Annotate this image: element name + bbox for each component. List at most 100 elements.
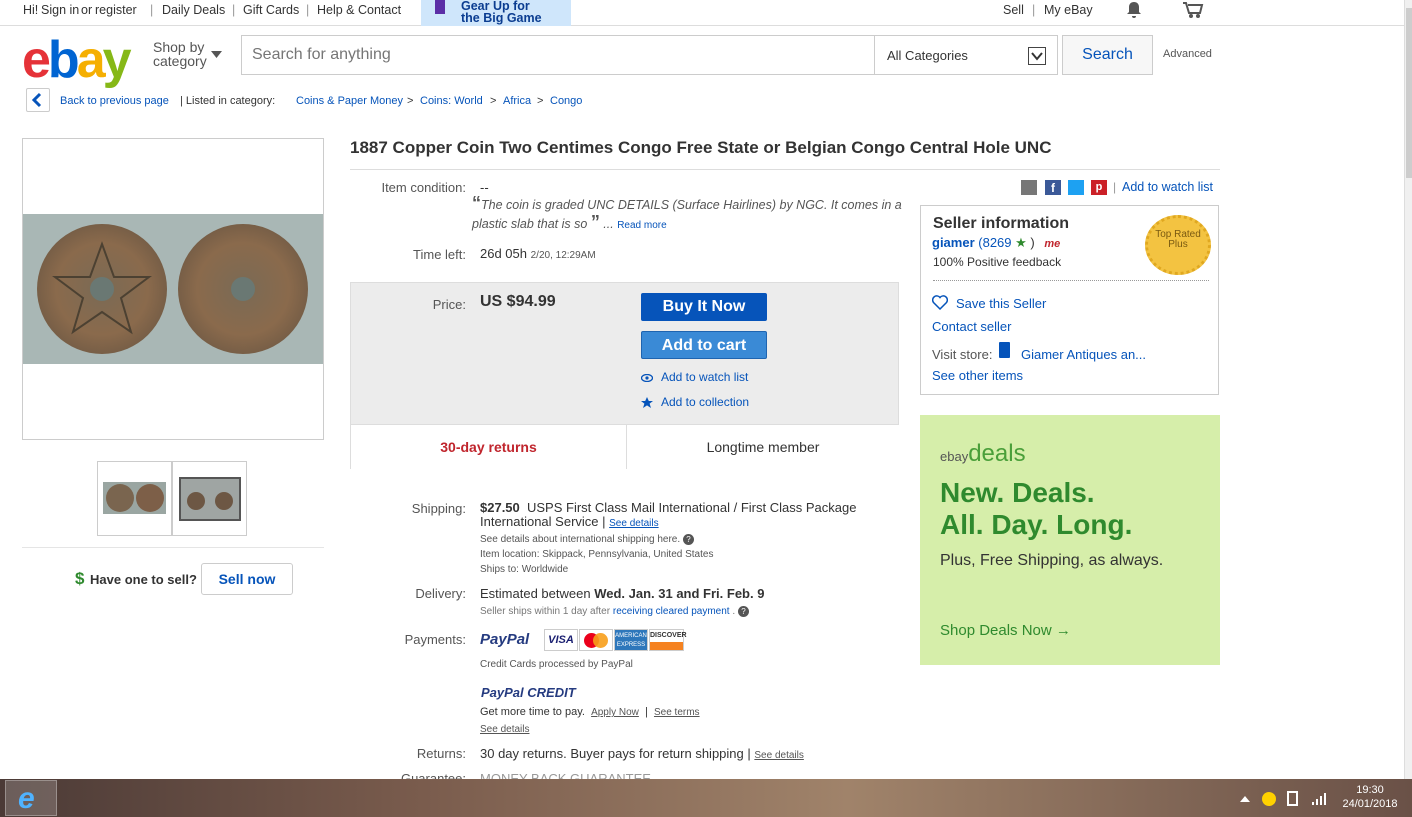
sign-in-link[interactable]: Sign in bbox=[41, 3, 79, 17]
seller-name-link[interactable]: giamer bbox=[932, 235, 975, 250]
shipping-label: Shipping: bbox=[411, 501, 466, 516]
daily-deals-link[interactable]: Daily Deals bbox=[162, 3, 225, 17]
greeting: Hi! bbox=[23, 3, 39, 17]
facebook-share-icon[interactable]: f bbox=[1045, 180, 1061, 195]
battery-icon[interactable] bbox=[1287, 791, 1298, 806]
signal-icon[interactable] bbox=[1311, 791, 1327, 806]
coin-photo bbox=[23, 214, 323, 364]
guarantee-label: Guarantee: bbox=[400, 771, 466, 779]
sell-link[interactable]: Sell bbox=[1003, 3, 1024, 17]
top-nav-bar: Hi! Sign in or register | Daily Deals | … bbox=[0, 0, 1404, 26]
heart-icon[interactable] bbox=[932, 295, 948, 310]
back-button[interactable] bbox=[26, 88, 50, 112]
apply-now-link[interactable]: Apply Now bbox=[591, 707, 639, 718]
intl-shipping-note: See details about international shipping… bbox=[480, 534, 694, 545]
cart-icon[interactable] bbox=[1182, 1, 1204, 19]
returns-label: Returns: bbox=[416, 746, 466, 761]
internet-explorer-icon: e bbox=[18, 782, 35, 815]
shipping-see-details[interactable]: See details bbox=[609, 518, 658, 529]
add-to-collection-link[interactable]: Add to collection bbox=[661, 395, 749, 409]
main-product-image[interactable] bbox=[22, 138, 324, 440]
gift-cards-link[interactable]: Gift Cards bbox=[243, 3, 299, 17]
item-title: 1887 Copper Coin Two Centimes Congo Free… bbox=[350, 138, 1052, 157]
deals-subline: Plus, Free Shipping, as always. bbox=[940, 552, 1164, 569]
norton-icon[interactable] bbox=[1262, 792, 1276, 806]
back-link[interactable]: Back to previous page bbox=[60, 95, 169, 107]
see-terms-link[interactable]: See terms bbox=[654, 707, 700, 718]
read-more-link[interactable]: Read more bbox=[617, 220, 666, 231]
windows-taskbar: e 19:30 24/01/2018 bbox=[0, 779, 1412, 817]
thumbnail-2[interactable] bbox=[172, 461, 247, 536]
returns-badge: 30-day returns bbox=[351, 424, 626, 469]
seller-ships-note: Seller ships within 1 day after receivin… bbox=[480, 606, 749, 617]
ebay-logo[interactable]: ebay bbox=[22, 30, 132, 90]
seller-name-row: giamer (8269 ★ ) me bbox=[932, 235, 1061, 250]
coin-obverse bbox=[37, 224, 167, 354]
returns-value: 30 day returns. Buyer pays for return sh… bbox=[480, 746, 804, 761]
scrollbar[interactable] bbox=[1404, 0, 1412, 779]
save-seller-link[interactable]: Save this Seller bbox=[956, 296, 1046, 311]
have-one-to-sell: Have one to sell? bbox=[90, 572, 197, 587]
promo-banner[interactable]: Gear Up for the Big Game bbox=[421, 0, 571, 26]
email-share-icon[interactable] bbox=[1021, 180, 1037, 195]
paypal-see-details[interactable]: See details bbox=[480, 724, 529, 735]
help-icon: ? bbox=[682, 534, 694, 545]
register-link[interactable]: register bbox=[95, 3, 137, 17]
search-input[interactable]: Search for anything bbox=[241, 35, 875, 75]
breadcrumb-item[interactable]: Congo bbox=[550, 95, 582, 107]
breadcrumb-item[interactable]: Africa bbox=[503, 95, 531, 107]
discover-icon: DISCOVER bbox=[649, 629, 687, 651]
paypal-credit-logo: PayPal CREDIT bbox=[481, 685, 576, 700]
search-button[interactable]: Search bbox=[1062, 35, 1153, 75]
buy-it-now-button[interactable]: Buy It Now bbox=[641, 293, 767, 321]
add-to-watch-list-top[interactable]: Add to watch list bbox=[1122, 180, 1213, 194]
category-select[interactable]: All Categories bbox=[874, 35, 1058, 75]
condition-value: -- bbox=[480, 180, 489, 195]
payments-label: Payments: bbox=[404, 632, 466, 647]
visit-store-label: Visit store: bbox=[932, 347, 993, 362]
coin-reverse bbox=[178, 224, 308, 354]
feedback-score-link[interactable]: (8269 bbox=[978, 235, 1011, 250]
clock-date: 24/01/2018 bbox=[1342, 798, 1398, 810]
chevron-up-icon[interactable] bbox=[1240, 795, 1250, 802]
clock[interactable]: 19:30 24/01/2018 bbox=[1336, 783, 1404, 811]
pinterest-share-icon[interactable]: p bbox=[1091, 180, 1107, 195]
scrollbar-thumb[interactable] bbox=[1406, 8, 1412, 178]
add-to-watch-list-link[interactable]: Add to watch list bbox=[661, 370, 748, 384]
deals-ad[interactable]: ebaydeals New. Deals. All. Day. Long. Plu… bbox=[920, 415, 1220, 665]
visa-icon: VISA bbox=[544, 629, 578, 651]
guarantee-value: MONEY BACK GUARANTEE bbox=[480, 771, 651, 779]
ie-taskbar-button[interactable]: e bbox=[5, 780, 57, 816]
shop-deals-now-link[interactable]: Shop Deals Now → bbox=[940, 622, 1071, 639]
shipping-value: $27.50 USPS First Class Mail Internation… bbox=[480, 500, 857, 530]
item-location: Item location: Skippack, Pennsylvania, U… bbox=[480, 549, 714, 560]
breadcrumb-item[interactable]: Coins & Paper Money bbox=[296, 95, 403, 107]
cleared-payment-link[interactable]: receiving cleared payment bbox=[613, 606, 730, 617]
returns-see-details[interactable]: See details bbox=[754, 750, 803, 761]
search-bar: Search for anything All Categories Searc… bbox=[241, 35, 1153, 75]
paypal-credit-text: Get more time to pay. Apply Now | See te… bbox=[480, 706, 700, 718]
thumbnail-1[interactable] bbox=[97, 461, 172, 536]
ebay-deals-logo: ebaydeals bbox=[940, 440, 1026, 467]
advanced-search-link[interactable]: Advanced bbox=[1163, 48, 1212, 60]
see-other-items-link[interactable]: See other items bbox=[932, 368, 1023, 383]
clock-time: 19:30 bbox=[1356, 784, 1384, 796]
or-text: or bbox=[81, 3, 93, 17]
store-name-link[interactable]: Giamer Antiques an... bbox=[1021, 347, 1146, 362]
add-to-cart-button[interactable]: Add to cart bbox=[641, 331, 767, 359]
delivery-label: Delivery: bbox=[415, 586, 466, 601]
twitter-share-icon[interactable] bbox=[1068, 180, 1084, 195]
breadcrumb-item[interactable]: Coins: World bbox=[420, 95, 483, 107]
help-contact-link[interactable]: Help & Contact bbox=[317, 3, 401, 17]
credit-cards-note: Credit Cards processed by PayPal bbox=[480, 659, 633, 670]
my-ebay-link[interactable]: My eBay bbox=[1044, 3, 1093, 17]
bell-icon[interactable] bbox=[1126, 1, 1142, 19]
condition-label: Item condition: bbox=[381, 180, 466, 195]
ships-to: Ships to: Worldwide bbox=[480, 564, 569, 575]
shop-by-category[interactable]: Shop by category bbox=[153, 40, 207, 68]
sell-now-button[interactable]: Sell now bbox=[201, 563, 293, 595]
positive-feedback: 100% Positive feedback bbox=[933, 255, 1062, 269]
contact-seller-link[interactable]: Contact seller bbox=[932, 319, 1011, 334]
promo-line-2: the Big Game bbox=[461, 11, 542, 25]
chevron-left-icon bbox=[31, 92, 42, 108]
